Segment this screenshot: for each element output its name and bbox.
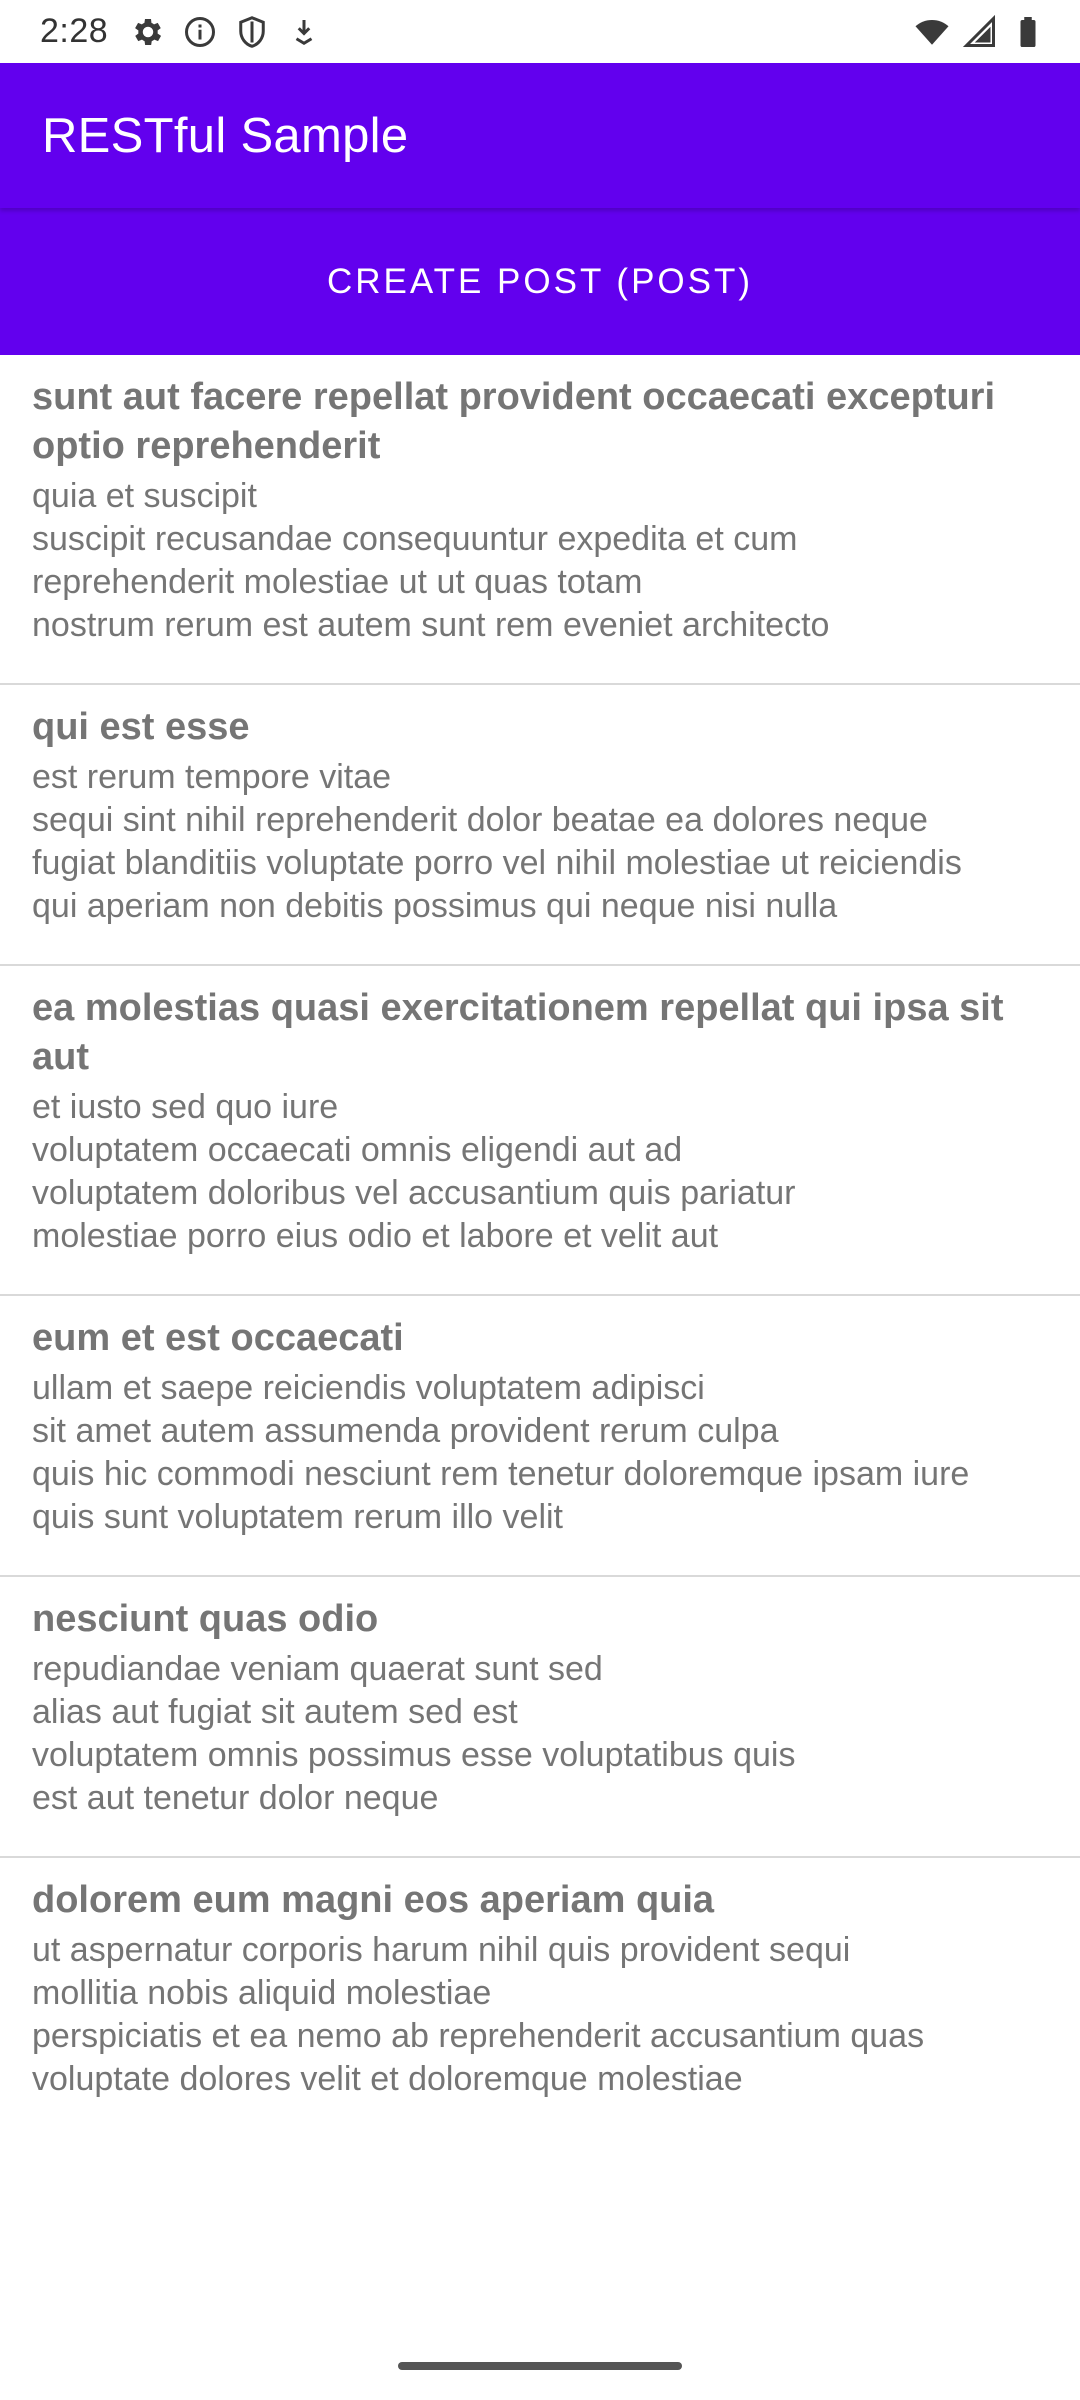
gesture-nav-handle[interactable] xyxy=(398,2362,682,2370)
post-body: ut aspernatur corporis harum nihil quis … xyxy=(32,1931,925,2098)
post-title: nesciunt quas odio xyxy=(32,1598,379,1640)
post-list: sunt aut facere repellat provident occae… xyxy=(0,355,1080,2137)
list-item[interactable]: sunt aut facere repellat provident occae… xyxy=(0,355,1080,685)
create-post-container: CREATE POST (POST) xyxy=(0,208,1080,355)
shield-icon xyxy=(234,14,270,50)
status-time: 2:28 xyxy=(40,12,109,50)
status-system-icons xyxy=(914,14,1046,50)
post-body: quia et suscipit suscipit recusandae con… xyxy=(32,477,830,644)
status-bar: 2:28 xyxy=(0,0,1080,63)
post-title: eum et est occaecati xyxy=(32,1317,404,1359)
status-notification-icons xyxy=(130,14,322,50)
post-title: sunt aut facere repellat provident occae… xyxy=(32,376,996,467)
app-bar: RESTful Sample xyxy=(0,63,1080,208)
post-body: ullam et saepe reiciendis voluptatem adi… xyxy=(32,1369,970,1536)
post-body: est rerum tempore vitae sequi sint nihil… xyxy=(32,758,962,925)
wifi-icon xyxy=(914,14,950,50)
list-item[interactable]: qui est esse est rerum tempore vitae seq… xyxy=(0,685,1080,966)
post-title: ea molestias quasi exercitationem repell… xyxy=(32,987,1004,1078)
post-title: qui est esse xyxy=(32,706,250,748)
post-body: repudiandae veniam quaerat sunt sed alia… xyxy=(32,1650,796,1817)
list-item[interactable]: dolorem eum magni eos aperiam quia ut as… xyxy=(0,1858,1080,2137)
post-title: dolorem eum magni eos aperiam quia xyxy=(32,1879,715,1921)
download-icon xyxy=(286,14,322,50)
settings-icon xyxy=(130,14,166,50)
app-title: RESTful Sample xyxy=(42,108,409,163)
list-item[interactable]: nesciunt quas odio repudiandae veniam qu… xyxy=(0,1577,1080,1858)
info-icon xyxy=(182,14,218,50)
post-body: et iusto sed quo iure voluptatem occaeca… xyxy=(32,1088,796,1255)
create-post-button[interactable]: CREATE POST (POST) xyxy=(0,208,1080,355)
list-item[interactable]: ea molestias quasi exercitationem repell… xyxy=(0,966,1080,1296)
signal-icon xyxy=(962,14,998,50)
list-item[interactable]: eum et est occaecati ullam et saepe reic… xyxy=(0,1296,1080,1577)
battery-icon xyxy=(1010,14,1046,50)
status-left: 2:28 xyxy=(40,12,322,51)
